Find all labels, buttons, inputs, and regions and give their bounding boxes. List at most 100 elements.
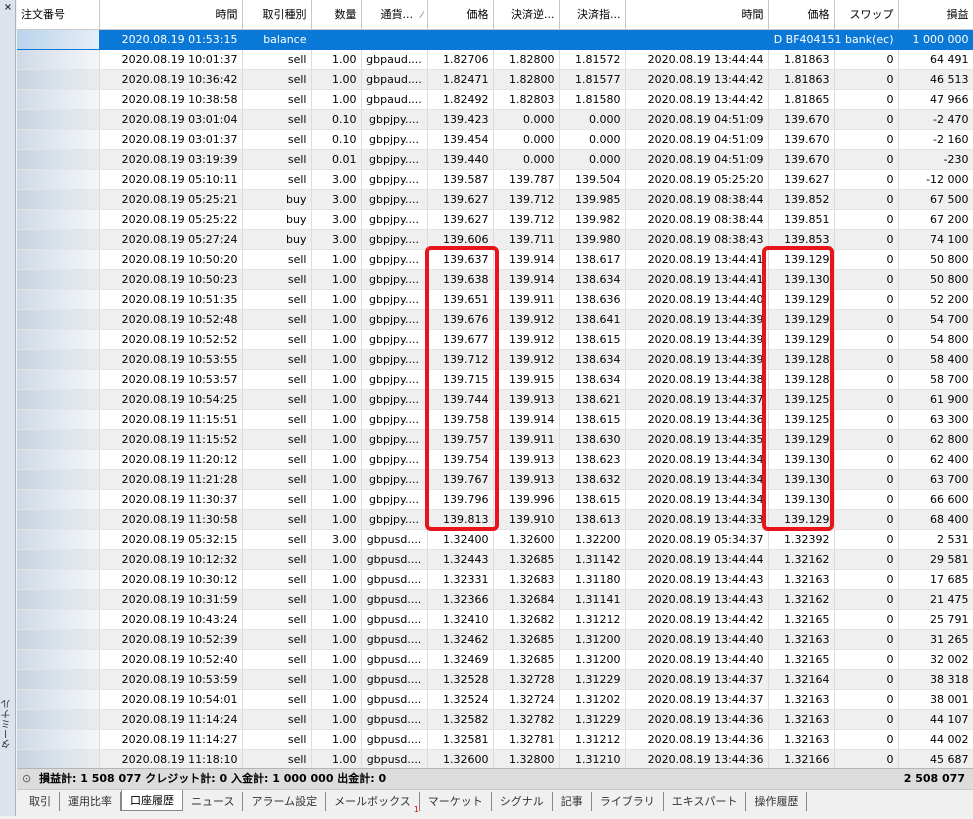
column-header-profit[interactable]: 損益 (898, 0, 973, 30)
table-row[interactable]: 2020.08.19 10:50:20 sell 1.00 gbpjpy.... 139… (17, 249, 973, 270)
table-row[interactable]: 2020.08.19 05:32:15 sell 3.00 gbpusd.... 1.3… (17, 529, 973, 550)
profit-cell: 38 318 (898, 669, 973, 690)
table-row[interactable]: 2020.08.19 03:01:37 sell 0.10 gbpjpy.... 139… (17, 129, 973, 150)
table-row[interactable]: 2020.08.19 10:30:12 sell 1.00 gbpusd.... 1.3… (17, 569, 973, 590)
column-header-close-time[interactable]: 時間 (625, 0, 769, 30)
table-row[interactable]: 2020.08.19 05:25:22 buy 3.00 gbpjpy.... 139.… (17, 209, 973, 230)
table-row[interactable]: 2020.08.19 05:25:21 buy 3.00 gbpjpy.... 139.… (17, 189, 973, 210)
type-cell: sell (242, 249, 312, 270)
table-row[interactable]: 2020.08.19 10:12:32 sell 1.00 gbpusd.... 1.3… (17, 549, 973, 570)
table-row[interactable]: 2020.08.19 11:18:10 sell 1.00 gbpusd.... 1.3… (17, 749, 973, 768)
column-header-swap[interactable]: スワップ (834, 0, 899, 30)
table-row[interactable]: 2020.08.19 10:52:52 sell 1.00 gbpjpy.... 139… (17, 329, 973, 350)
tab-10[interactable]: ライブラリ (592, 792, 664, 811)
table-row[interactable]: 2020.08.19 10:51:35 sell 1.00 gbpjpy.... 139… (17, 289, 973, 310)
column-header-type[interactable]: 取引種別 (242, 0, 312, 30)
tab-2[interactable]: 運用比率 (60, 792, 121, 811)
stop-loss-cell: 139.912 (493, 309, 560, 330)
column-header-order[interactable]: 注文番号 (17, 0, 100, 30)
table-row[interactable]: 2020.08.19 10:52:48 sell 1.00 gbpjpy.... 139… (17, 309, 973, 330)
table-row[interactable]: 2020.08.19 10:53:59 sell 1.00 gbpusd.... 1.3… (17, 669, 973, 690)
order-number-cell (17, 209, 100, 230)
open-time-cell: 2020.08.19 01:53:15 (99, 29, 243, 50)
stop-loss-cell: 139.914 (493, 269, 560, 290)
tab-7[interactable]: マーケット (420, 792, 492, 811)
table-row[interactable]: 2020.08.19 10:53:57 sell 1.00 gbpjpy.... 139… (17, 369, 973, 390)
close-price-cell: 1.32163 (768, 709, 835, 730)
open-time-cell: 2020.08.19 11:14:24 (99, 709, 243, 730)
stop-loss-cell: 139.912 (493, 329, 560, 350)
column-header-open-price[interactable]: 価格 (427, 0, 494, 30)
close-time-cell: 2020.08.19 13:44:43 (625, 589, 769, 610)
type-cell: sell (242, 309, 312, 330)
table-row[interactable]: 2020.08.19 03:19:39 sell 0.01 gbpjpy.... 139… (17, 149, 973, 170)
column-header-open-time[interactable]: 時間 (99, 0, 243, 30)
table-row[interactable]: 2020.08.19 10:31:59 sell 1.00 gbpusd.... 1.3… (17, 589, 973, 610)
tab-3[interactable]: 口座履歴 (121, 790, 183, 811)
close-price-cell: 1.32162 (768, 549, 835, 570)
tab-label: アラーム設定 (251, 795, 318, 808)
table-row[interactable]: 2020.08.19 11:20:12 sell 1.00 gbpjpy.... 139… (17, 449, 973, 470)
table-row[interactable]: 2020.08.19 10:54:25 sell 1.00 gbpjpy.... 139… (17, 389, 973, 410)
close-price-cell: 139.670 (768, 149, 835, 170)
table-row[interactable]: 2020.08.19 01:53:15 balance D BF404151 ban… (17, 29, 973, 50)
tab-11[interactable]: エキスパート (664, 792, 747, 811)
stop-loss-cell: 1.32683 (493, 569, 560, 590)
take-profit-cell: 138.615 (559, 409, 626, 430)
order-number-cell (17, 309, 100, 330)
take-profit-cell: 139.985 (559, 189, 626, 210)
tab-9[interactable]: 記事 (553, 792, 592, 811)
tab-1[interactable]: 取引 (21, 792, 60, 811)
table-row[interactable]: 2020.08.19 10:38:58 sell 1.00 gbpaud.... 1.8… (17, 89, 973, 110)
symbol-cell: gbpjpy.... (361, 369, 428, 390)
sort-arrow-icon: ⁄ (420, 11, 423, 22)
open-time-cell: 2020.08.19 10:51:35 (99, 289, 243, 310)
table-row[interactable]: 2020.08.19 11:21:28 sell 1.00 gbpjpy.... 139… (17, 469, 973, 490)
swap-cell: 0 (834, 489, 899, 510)
tab-6[interactable]: メールボックス 1 (326, 792, 420, 814)
stop-loss-cell: 1.32684 (493, 589, 560, 610)
terminal-tabs: 取引 運用比率 口座履歴 ニュース アラーム設定 メールボックス 1 マーケット シグナル 記事ラ… (17, 789, 973, 816)
open-time-cell: 2020.08.19 11:14:27 (99, 729, 243, 750)
table-row[interactable]: 2020.08.19 03:01:04 sell 0.10 gbpjpy.... 139… (17, 109, 973, 130)
table-row[interactable]: 2020.08.19 05:10:11 sell 3.00 gbpjpy.... 139… (17, 169, 973, 190)
swap-cell: 0 (834, 189, 899, 210)
close-icon[interactable]: × (2, 2, 14, 14)
open-price-cell: 139.587 (427, 169, 494, 190)
column-header-take-profit[interactable]: 決済指... (559, 0, 626, 30)
close-price-cell: 139.129 (768, 329, 835, 350)
tab-4[interactable]: ニュース (183, 792, 244, 811)
type-cell: buy (242, 229, 312, 250)
table-row[interactable]: 2020.08.19 11:30:58 sell 1.00 gbpjpy.... 139… (17, 509, 973, 530)
table-row[interactable]: 2020.08.19 11:15:51 sell 1.00 gbpjpy.... 139… (17, 409, 973, 430)
column-header-label: 時間 (741, 8, 764, 22)
open-time-cell: 2020.08.19 10:01:37 (99, 49, 243, 70)
open-time-cell: 2020.08.19 10:53:57 (99, 369, 243, 390)
volume-cell: 1.00 (311, 329, 362, 350)
column-header-close-price[interactable]: 価格 (768, 0, 835, 30)
close-price-cell: 139.670 (768, 129, 835, 150)
table-row[interactable]: 2020.08.19 10:52:39 sell 1.00 gbpusd.... 1.3… (17, 629, 973, 650)
table-row[interactable]: 2020.08.19 05:27:24 buy 3.00 gbpjpy.... 139.… (17, 229, 973, 250)
table-row[interactable]: 2020.08.19 10:01:37 sell 1.00 gbpaud.... 1.8… (17, 49, 973, 70)
tab-8[interactable]: シグナル (492, 792, 553, 811)
column-header-volume[interactable]: 数量 (311, 0, 362, 30)
table-row[interactable]: 2020.08.19 11:15:52 sell 1.00 gbpjpy.... 139… (17, 429, 973, 450)
tab-12[interactable]: 操作履歴 (746, 792, 808, 811)
profit-cell: 64 491 (898, 49, 973, 70)
table-row[interactable]: 2020.08.19 11:30:37 sell 1.00 gbpjpy.... 139… (17, 489, 973, 510)
column-header-stop-loss[interactable]: 決済逆... (493, 0, 560, 30)
table-row[interactable]: 2020.08.19 10:52:40 sell 1.00 gbpusd.... 1.3… (17, 649, 973, 670)
close-time-cell: 2020.08.19 13:44:38 (625, 369, 769, 390)
table-row[interactable]: 2020.08.19 10:53:55 sell 1.00 gbpjpy.... 139… (17, 349, 973, 370)
tab-5[interactable]: アラーム設定 (243, 792, 327, 811)
table-row[interactable]: 2020.08.19 11:14:24 sell 1.00 gbpusd.... 1.3… (17, 709, 973, 730)
table-row[interactable]: 2020.08.19 10:54:01 sell 1.00 gbpusd.... 1.3… (17, 689, 973, 710)
tab-label: ニュース (191, 795, 235, 808)
table-row[interactable]: 2020.08.19 10:50:23 sell 1.00 gbpjpy.... 139… (17, 269, 973, 290)
table-row[interactable]: 2020.08.19 10:43:24 sell 1.00 gbpusd.... 1.3… (17, 609, 973, 630)
column-header-symbol[interactable]: 通貨... ⁄ (361, 0, 428, 30)
table-row[interactable]: 2020.08.19 11:14:27 sell 1.00 gbpusd.... 1.3… (17, 729, 973, 750)
symbol-cell: gbpjpy.... (361, 349, 428, 370)
table-row[interactable]: 2020.08.19 10:36:42 sell 1.00 gbpaud.... 1.8… (17, 69, 973, 90)
